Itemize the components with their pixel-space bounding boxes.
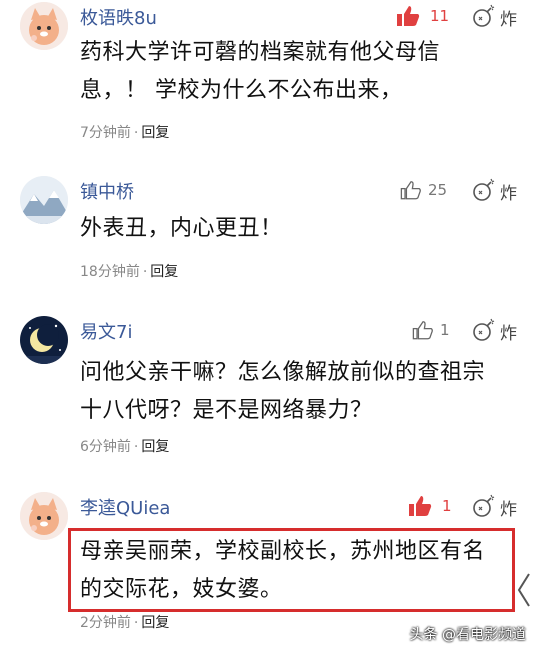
reply-button[interactable]: 回复 [150, 264, 178, 280]
like-count: 11 [430, 7, 450, 25]
like-count: 1 [442, 497, 452, 515]
snow-mountain-avatar-icon [20, 176, 68, 224]
comment-time: 18分钟前 [80, 264, 140, 280]
avatar[interactable] [20, 316, 68, 364]
thumbs-up-icon [400, 181, 421, 200]
moon-avatar-icon [20, 316, 68, 364]
bomb-label[interactable]: 炸 [500, 179, 517, 204]
comment-meta: 6分钟前 · 回复 [80, 439, 170, 455]
comment-meta: 7分钟前 · 回复 [80, 125, 170, 141]
like-button[interactable]: 1 [412, 318, 450, 342]
bomb-icon[interactable] [471, 493, 497, 519]
avatar[interactable] [20, 492, 68, 540]
comment-line: 十八代呀？是不是网络暴力？ [80, 398, 373, 423]
comment-time: 7分钟前 [80, 125, 131, 141]
bomb-label[interactable]: 炸 [500, 5, 517, 30]
bomb-icon[interactable] [471, 177, 497, 203]
bomb-icon[interactable] [471, 3, 497, 29]
like-button[interactable]: 11 [396, 4, 449, 28]
thumbs-up-icon [412, 321, 433, 340]
like-count: 1 [440, 321, 450, 339]
thumbs-up-icon [409, 496, 432, 516]
cat-avatar-icon [20, 2, 68, 50]
comment-text: 问他父亲干嘛？怎么像解放前似的查祖宗 十八代呀？是不是网络暴力？ [80, 354, 520, 430]
comment-text: 外表丑，内心更丑！ [80, 210, 520, 248]
like-button[interactable]: 1 [408, 494, 452, 518]
cat-avatar-icon [20, 492, 68, 540]
bomb-icon[interactable] [471, 317, 497, 343]
comment-text: 药科大学许可磬的档案就有他父母信 息，！ 学校为什么不公布出来， [80, 34, 520, 110]
comment-line: 息，！ 学校为什么不公布出来， [80, 78, 403, 103]
reply-button[interactable]: 回复 [141, 125, 169, 141]
avatar[interactable] [20, 176, 68, 224]
comment-time: 2分钟前 [80, 615, 131, 631]
thumbs-up-icon [397, 6, 420, 26]
username[interactable]: 易文7i [80, 318, 132, 344]
highlight-box [68, 528, 515, 612]
comment-meta: 18分钟前 · 回复 [80, 264, 179, 280]
reply-button[interactable]: 回复 [141, 615, 169, 631]
comment-line: 外表丑，内心更丑！ [80, 216, 283, 241]
chevron-left-icon[interactable] [515, 570, 533, 610]
bomb-label[interactable]: 炸 [500, 319, 517, 344]
watermark: 头条 @看电影频道 [409, 627, 526, 643]
username[interactable]: 枚语昳8u [80, 4, 157, 30]
bomb-label[interactable]: 炸 [500, 495, 517, 520]
comment-meta: 2分钟前 · 回复 [80, 615, 170, 631]
username[interactable]: 李逵QUiea [80, 494, 170, 520]
avatar[interactable] [20, 2, 68, 50]
username[interactable]: 镇中桥 [80, 178, 134, 204]
comment-time: 6分钟前 [80, 439, 131, 455]
like-count: 25 [428, 181, 448, 199]
like-button[interactable]: 25 [400, 178, 447, 202]
comment-line: 药科大学许可磬的档案就有他父母信 [80, 40, 441, 65]
reply-button[interactable]: 回复 [141, 439, 169, 455]
comment-line: 问他父亲干嘛？怎么像解放前似的查祖宗 [80, 360, 486, 385]
